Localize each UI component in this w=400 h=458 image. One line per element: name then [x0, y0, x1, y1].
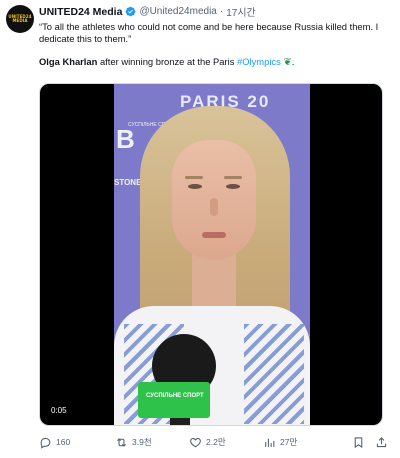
shirt-pattern [244, 324, 304, 424]
reply-icon [40, 437, 51, 449]
tweet-time[interactable]: 17시간 [226, 4, 256, 19]
video-timestamp: 0:05 [48, 405, 70, 416]
avatar[interactable]: UNITED24 MEDIA [6, 5, 34, 33]
repost-button[interactable]: 3.9천 [115, 436, 152, 449]
tweet: UNITED24 MEDIA UNITED24 Media @United24m… [0, 0, 400, 458]
share-icon [376, 436, 387, 447]
hashtag-link[interactable]: #Olympics [237, 56, 281, 67]
share-button[interactable] [375, 436, 392, 449]
reply-count: 160 [56, 437, 71, 447]
action-bar: 160 3.9천 2.2만 27만 [39, 434, 391, 450]
olympic-wreath-icon: ❦ [283, 57, 292, 69]
caption-author: Olga Kharlan [39, 56, 98, 68]
account-handle[interactable]: @United24media [139, 6, 216, 17]
reply-button[interactable]: 160 [39, 436, 70, 449]
microphone-flag: СУСПІЛЬНЕ СПОРТ [138, 382, 210, 418]
avatar-label: UNITED24 MEDIA [8, 13, 32, 23]
repost-icon [117, 437, 126, 447]
athlete-neck [192, 252, 236, 312]
caption-middle: after winning bronze at the Paris [97, 56, 238, 68]
separator-dot: · [219, 6, 224, 17]
verified-badge-icon [125, 6, 136, 17]
tweet-quote: “To all the athletes who could not come … [39, 21, 379, 44]
caption-end: . [291, 56, 295, 68]
video-player[interactable]: PARIS 20 B STONE СУСПІЛЬНЕ СПОРТ СУСПІЛЬ… [39, 83, 383, 426]
athlete-face [172, 140, 256, 260]
like-button[interactable]: 2.2만 [189, 436, 226, 449]
backdrop-sponsor-text: STONE [114, 178, 142, 187]
tweet-text: “To all the athletes who could not come … [39, 21, 391, 69]
analytics-icon [265, 438, 275, 447]
bookmark-icon [354, 436, 363, 448]
tweet-header: UNITED24 Media @United24media · 17시간 [39, 4, 256, 20]
backdrop-logo: B [116, 124, 135, 154]
views-button[interactable]: 27만 [263, 436, 297, 449]
like-count: 2.2만 [206, 437, 226, 447]
microphone-handle [170, 418, 190, 425]
repost-count: 3.9천 [132, 437, 152, 447]
heart-icon [190, 437, 201, 447]
video-frame: PARIS 20 B STONE СУСПІЛЬНЕ СПОРТ СУСПІЛЬ… [114, 84, 310, 425]
account-name[interactable]: UNITED24 Media [39, 6, 122, 18]
view-count: 27만 [280, 437, 298, 447]
tweet-caption: Olga Kharlan after winning bronze at the… [39, 56, 391, 69]
bookmark-button[interactable] [352, 436, 369, 449]
